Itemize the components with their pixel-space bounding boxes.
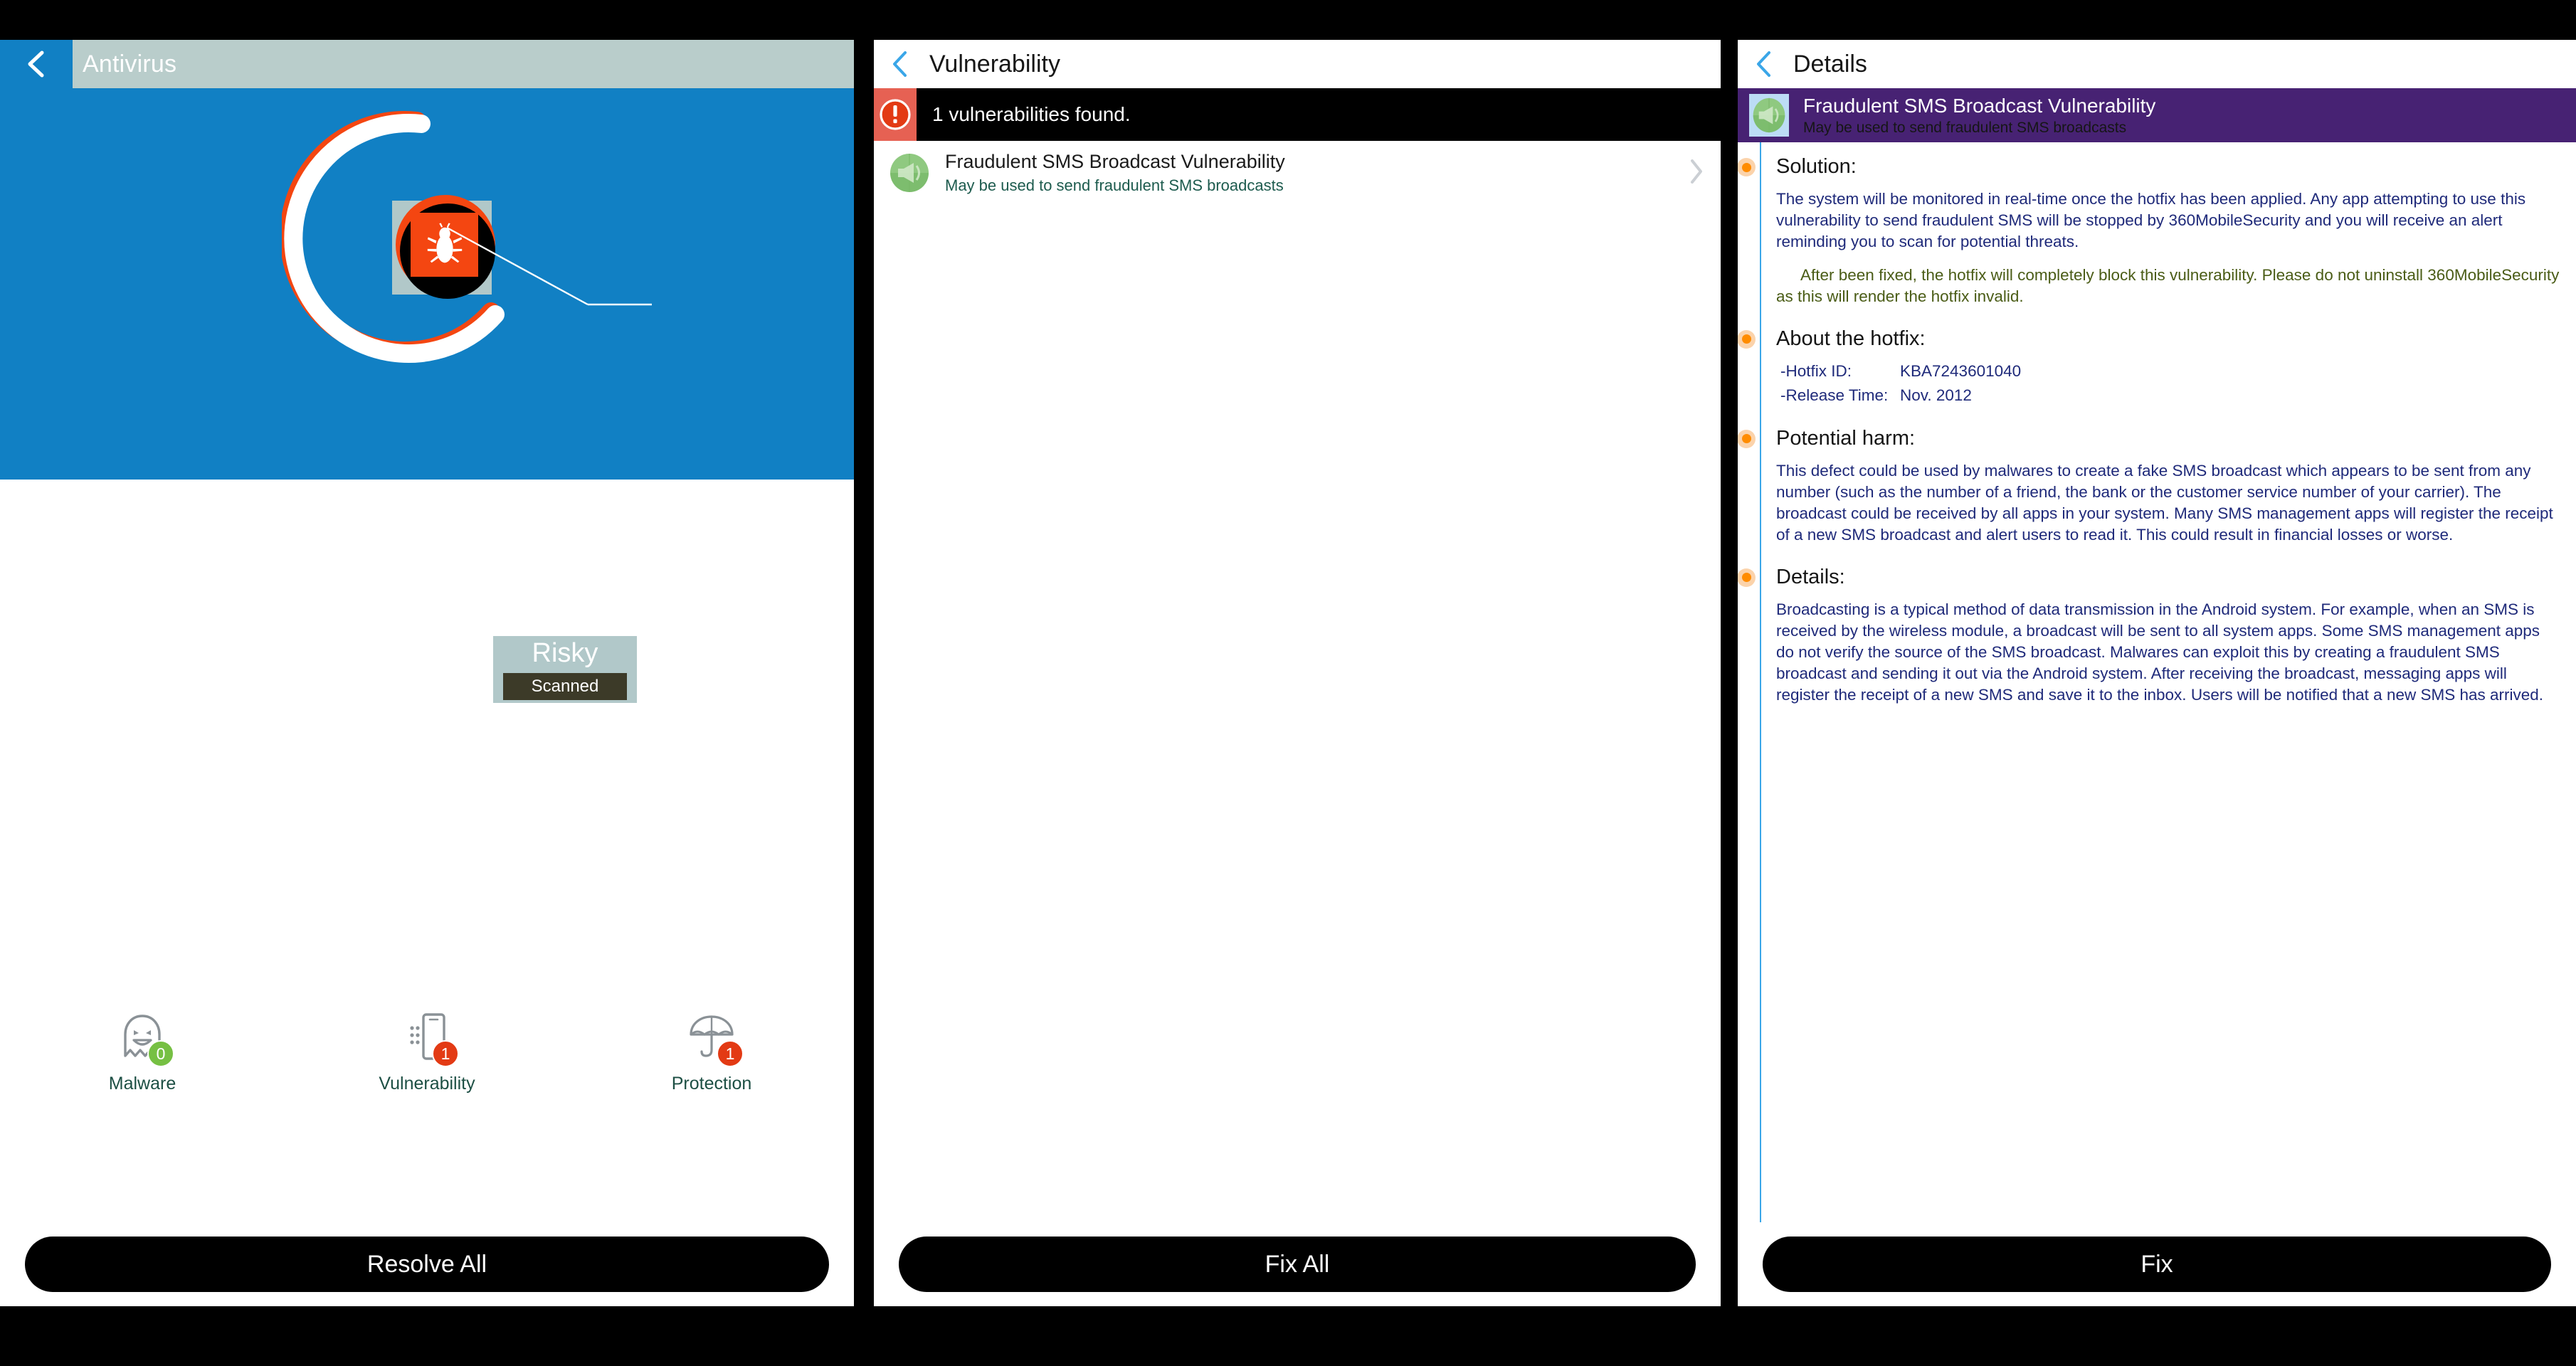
vulnerability-found-banner: 1 vulnerabilities found.: [874, 88, 1721, 141]
scan-callout-leader-line: [446, 226, 652, 306]
vulnerability-header: Vulnerability: [874, 40, 1721, 88]
fix-all-button[interactable]: Fix All: [899, 1237, 1696, 1292]
section-details: Details: Broadcasting is a typical metho…: [1738, 564, 2560, 706]
vulnerability-list: Fraudulent SMS Broadcast Vulnerability M…: [874, 141, 1721, 205]
section-solution: Solution: The system will be monitored i…: [1738, 154, 2560, 307]
hotfix-id-row: -Hotfix ID: KBA7243601040: [1776, 360, 2560, 383]
scan-hero: Risky Scanned: [0, 88, 854, 703]
stat-malware[interactable]: 0 Malware: [0, 1009, 285, 1094]
megaphone-puzzle-icon: [1749, 94, 1789, 137]
stat-protection[interactable]: 1 Protection: [569, 1009, 854, 1094]
page-title: Details: [1793, 50, 1867, 78]
antivirus-cta-bar: Resolve All: [0, 1222, 854, 1306]
section-about-hotfix: About the hotfix: -Hotfix ID: KBA72436010…: [1738, 326, 2560, 407]
details-banner-subtitle: May be used to send fraudulent SMS broad…: [1803, 120, 2127, 137]
stat-vulnerability-icon-wrap: 1: [396, 1009, 459, 1067]
section-solution-heading: Solution:: [1776, 155, 1857, 178]
details-cta-bar: Fix: [1738, 1222, 2576, 1306]
fix-button[interactable]: Fix: [1763, 1237, 2551, 1292]
timeline-dot-icon: [1738, 568, 1756, 587]
section-details-heading: Details:: [1776, 565, 1845, 588]
release-time-label: -Release Time:: [1780, 386, 1889, 405]
chevron-left-icon: [893, 51, 907, 77]
section-potential-harm: Potential harm: This defect could be use…: [1738, 425, 2560, 546]
back-button[interactable]: [890, 49, 911, 79]
details-banner-body: Fraudulent SMS Broadcast Vulnerability M…: [1803, 94, 2155, 137]
list-item[interactable]: Fraudulent SMS Broadcast Vulnerability M…: [874, 141, 1721, 205]
hotfix-id-label: -Hotfix ID:: [1780, 362, 1852, 381]
stat-vulnerability-label: Vulnerability: [379, 1074, 475, 1094]
back-button[interactable]: [1753, 49, 1775, 79]
details-vulnerability-banner: Fraudulent SMS Broadcast Vulnerability M…: [1738, 88, 2576, 142]
antivirus-header: Antivirus: [0, 40, 854, 88]
antivirus-panel: Antivirus Risky Scanned 0 Malware 1 Vuln…: [0, 40, 854, 1306]
list-item-title: Fraudulent SMS Broadcast Vulnerability: [945, 150, 1285, 172]
section-about-hotfix-heading: About the hotfix:: [1776, 327, 1926, 350]
timeline-dot-icon: [1738, 329, 1756, 349]
section-potential-harm-paragraph: This defect could be used by malwares to…: [1776, 462, 2553, 544]
page-title: Vulnerability: [929, 50, 1060, 78]
details-panel: Details Fraudulent SMS Broadcast Vulnera…: [1738, 40, 2576, 1306]
list-item-body: Fraudulent SMS Broadcast Vulnerability M…: [945, 151, 1681, 196]
scan-state-label: Scanned: [531, 677, 599, 696]
release-time-row: -Release Time: Nov. 2012: [1776, 384, 2560, 407]
section-potential-harm-heading: Potential harm:: [1776, 426, 1916, 450]
list-item-subtitle: May be used to send fraudulent SMS broad…: [945, 176, 1284, 195]
chevron-right-icon: [1688, 158, 1705, 189]
timeline-dot-icon: [1738, 429, 1756, 448]
chevron-left-icon: [1757, 51, 1770, 77]
scan-ring: [282, 101, 652, 386]
scan-status-badge: Risky: [493, 636, 637, 670]
hotfix-id-value: KBA7243601040: [1900, 362, 2022, 381]
stat-protection-icon-wrap: 1: [681, 1009, 744, 1067]
details-banner-title: Fraudulent SMS Broadcast Vulnerability: [1803, 94, 2156, 117]
page-title: Antivirus: [83, 50, 177, 78]
vulnerability-cta-bar: Fix All: [874, 1222, 1721, 1306]
section-solution-paragraph-2: After been fixed, the hotfix will comple…: [1776, 266, 2560, 305]
vulnerability-found-text: 1 vulnerabilities found.: [932, 103, 1131, 125]
alert-exclamation-icon: [874, 88, 917, 141]
chevron-left-icon: [28, 51, 44, 78]
release-time-value: Nov. 2012: [1900, 386, 1972, 405]
stat-vulnerability-badge: 1: [432, 1040, 459, 1067]
vulnerability-panel: Vulnerability 1 vulnerabilities found. F…: [874, 40, 1721, 1306]
scan-status-label: Risky: [532, 637, 598, 668]
back-button[interactable]: [0, 40, 73, 88]
scan-state-badge: Scanned: [503, 673, 627, 700]
scan-state-badge-wrapper: Scanned: [493, 670, 637, 703]
details-content-scroll[interactable]: Solution: The system will be monitored i…: [1738, 142, 2576, 1222]
antivirus-stats-row: 0 Malware 1 Vulnerability 1 Protection: [0, 1009, 854, 1094]
stat-malware-badge: 0: [147, 1040, 174, 1067]
stat-protection-badge: 1: [717, 1040, 744, 1067]
stat-malware-icon-wrap: 0: [112, 1009, 174, 1067]
section-details-paragraph: Broadcasting is a typical method of data…: [1776, 600, 2544, 704]
section-solution-paragraph-1: The system will be monitored in real-tim…: [1776, 190, 2526, 251]
antivirus-title-area: Antivirus: [73, 40, 854, 88]
stat-vulnerability[interactable]: 1 Vulnerability: [285, 1009, 569, 1094]
stat-malware-label: Malware: [108, 1074, 176, 1094]
resolve-all-button[interactable]: Resolve All: [25, 1237, 829, 1292]
screenshot-stage: Antivirus Risky Scanned 0 Malware 1 Vuln…: [0, 0, 2576, 1366]
megaphone-puzzle-icon: [890, 153, 929, 193]
details-header: Details: [1738, 40, 2576, 88]
timeline-dot-icon: [1738, 158, 1756, 176]
stat-protection-label: Protection: [671, 1074, 752, 1094]
